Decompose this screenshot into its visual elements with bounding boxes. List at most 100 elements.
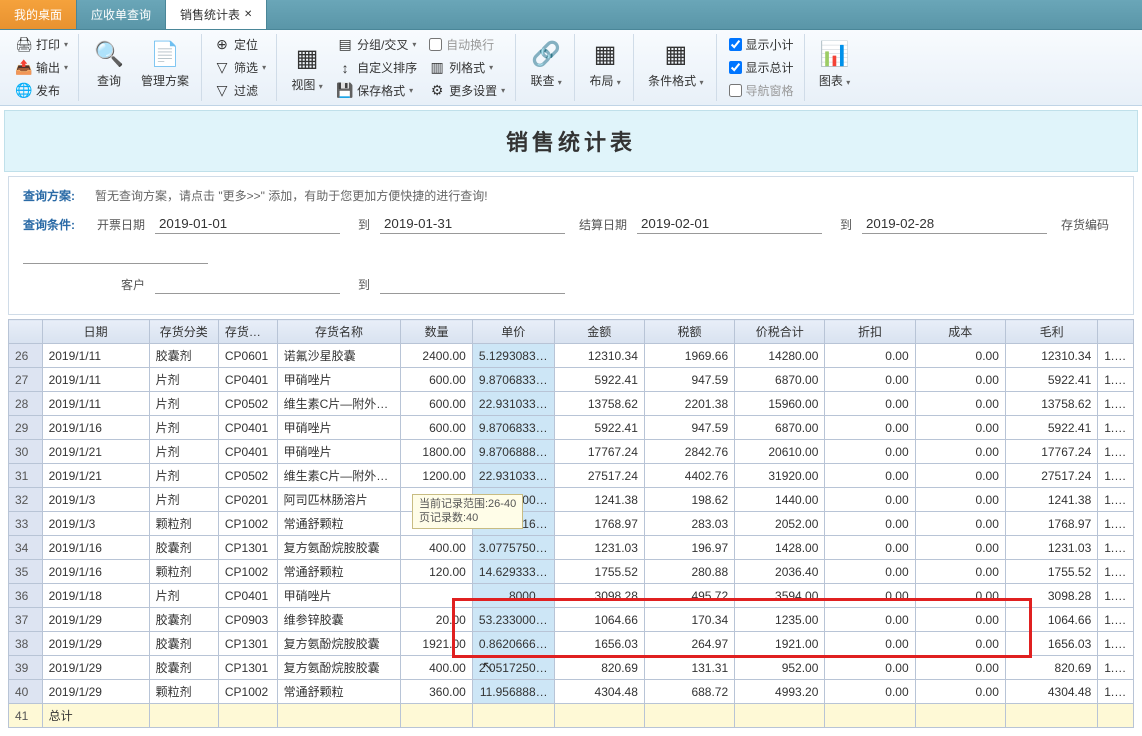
- table-row[interactable]: 382019/1/29胶囊剂CP1301复方氨酚烷胺胶囊1921.000.862…: [9, 632, 1134, 656]
- report-title-band: 销售统计表: [4, 110, 1138, 172]
- query-scheme-label: 查询方案:: [23, 187, 83, 204]
- table-row[interactable]: 362019/1/18片剂CP0401甲硝唑片8000…3098.28495.7…: [9, 584, 1134, 608]
- table-row[interactable]: 292019/1/16片剂CP0401甲硝唑片600.009.8706833…5…: [9, 416, 1134, 440]
- table-row[interactable]: 272019/1/11片剂CP0401甲硝唑片600.009.8706833…5…: [9, 368, 1134, 392]
- tab-sales-report[interactable]: 销售统计表 ✕: [166, 0, 267, 29]
- col-name[interactable]: 存货名称: [277, 320, 401, 344]
- locate-button[interactable]: ⊕定位: [210, 34, 270, 55]
- show-subtotal-checkbox[interactable]: 显示小计: [725, 34, 798, 55]
- query-scheme-hint: 暂无查询方案，请点击 "更多>>" 添加，有助于您更加方便快捷的进行查询!: [95, 187, 488, 204]
- group-icon: ▤: [337, 37, 353, 53]
- query-cond-label: 查询条件:: [23, 216, 83, 233]
- col-price[interactable]: 单价: [472, 320, 554, 344]
- record-range-tooltip: 当前记录范围:26-40 页记录数:40: [412, 494, 523, 529]
- layout-button[interactable]: ▦布局 ▾: [583, 34, 627, 93]
- settle-date-to[interactable]: [862, 214, 1047, 234]
- export-button[interactable]: 📤输出▾: [12, 57, 72, 78]
- customer-to[interactable]: [380, 274, 565, 294]
- chart-icon: 📊: [819, 38, 851, 70]
- table-row[interactable]: 332019/1/3颗粒剂CP1002常通舒颗粒120.0014.741416……: [9, 512, 1134, 536]
- tab-desktop[interactable]: 我的桌面: [0, 0, 77, 29]
- settle-date-from[interactable]: [637, 214, 822, 234]
- export-icon: 📤: [16, 60, 32, 76]
- globe-icon: 🌐: [16, 83, 32, 99]
- to-label-1: 到: [350, 216, 370, 233]
- data-table-wrap: 日期 存货分类 存货编码 存货名称 数量 单价 金额 税额 价税合计 折扣 成本…: [8, 319, 1134, 728]
- sort-icon: ↕: [337, 60, 353, 76]
- filter-button[interactable]: ▽筛选▾: [210, 57, 270, 78]
- more-settings-button[interactable]: ⚙更多设置▾: [425, 80, 509, 101]
- col-category[interactable]: 存货分类: [149, 320, 218, 344]
- table-row[interactable]: 302019/1/21片剂CP0401甲硝唑片1800.009.8706888……: [9, 440, 1134, 464]
- publish-button[interactable]: 🌐发布: [12, 80, 72, 101]
- stock-code-label: 存货编码: [1057, 216, 1109, 233]
- table-row[interactable]: 262019/1/11胶囊剂CP0601诺氟沙星胶囊2400.005.12930…: [9, 344, 1134, 368]
- col-tax[interactable]: 税额: [644, 320, 734, 344]
- autowrap-checkbox[interactable]: 自动换行: [425, 34, 509, 55]
- gear-icon: ⚙: [429, 83, 445, 99]
- invoice-date-to[interactable]: [380, 214, 565, 234]
- tab-receivable[interactable]: 应收单查询: [77, 0, 166, 29]
- table-row[interactable]: 392019/1/29胶囊剂CP1301复方氨酚烷胺胶囊400.002.0517…: [9, 656, 1134, 680]
- col-rownum[interactable]: [9, 320, 43, 344]
- to-label-2: 到: [832, 216, 852, 233]
- invoice-date-label: 开票日期: [93, 216, 145, 233]
- link-icon: 🔗: [530, 38, 562, 70]
- table-row[interactable]: 372019/1/29胶囊剂CP0903维参锌胶囊20.0053.233000……: [9, 608, 1134, 632]
- clear-filter-button[interactable]: ▽过滤: [210, 80, 270, 101]
- table-row[interactable]: 312019/1/21片剂CP0502维生素C片—附外…1200.0022.93…: [9, 464, 1134, 488]
- to-label-3: 到: [350, 276, 370, 293]
- col-last[interactable]: [1098, 320, 1134, 344]
- table-row[interactable]: 402019/1/29颗粒剂CP1002常通舒颗粒360.0011.956888…: [9, 680, 1134, 704]
- cond-format-icon: ▦: [660, 38, 692, 70]
- col-code[interactable]: 存货编码: [218, 320, 277, 344]
- group-cross-button[interactable]: ▤分组/交叉▾: [333, 34, 421, 55]
- document-icon: 📄: [149, 38, 181, 70]
- stock-code-input[interactable]: [23, 244, 208, 264]
- data-table[interactable]: 日期 存货分类 存货编码 存货名称 数量 单价 金额 税额 价税合计 折扣 成本…: [8, 319, 1134, 728]
- funnel-icon: ▽: [214, 60, 230, 76]
- save-icon: 💾: [337, 83, 353, 99]
- print-button[interactable]: 🖨打印▾: [12, 34, 72, 55]
- document-tabs: 我的桌面 应收单查询 销售统计表 ✕: [0, 0, 1142, 30]
- column-format-button[interactable]: ▥列格式▾: [425, 57, 509, 78]
- col-amount[interactable]: 金额: [554, 320, 644, 344]
- col-discount[interactable]: 折扣: [825, 320, 915, 344]
- link-query-button[interactable]: 🔗联查 ▾: [524, 34, 568, 93]
- col-sum[interactable]: 价税合计: [735, 320, 825, 344]
- customer-label: 客户: [93, 276, 145, 293]
- ribbon-toolbar: 🖨打印▾ 📤输出▾ 🌐发布 🔍查询 📄管理方案 ⊕定位 ▽筛选▾ ▽过滤 ▦视图…: [0, 30, 1142, 106]
- magnifier-icon: 🔍: [93, 38, 125, 70]
- settle-date-label: 结算日期: [575, 216, 627, 233]
- show-total-checkbox[interactable]: 显示总计: [725, 57, 798, 78]
- chart-button[interactable]: 📊图表 ▾: [813, 34, 857, 93]
- view-button[interactable]: ▦视图 ▾: [285, 38, 329, 97]
- table-total-row[interactable]: 41总计: [9, 704, 1134, 728]
- close-icon[interactable]: ✕: [244, 9, 252, 20]
- save-format-button[interactable]: 💾保存格式▾: [333, 80, 421, 101]
- col-date[interactable]: 日期: [42, 320, 149, 344]
- funnel-clear-icon: ▽: [214, 83, 230, 99]
- report-title: 销售统计表: [5, 125, 1137, 157]
- col-cost[interactable]: 成本: [915, 320, 1005, 344]
- query-panel: 查询方案: 暂无查询方案，请点击 "更多>>" 添加，有助于您更加方便快捷的进行…: [8, 176, 1134, 315]
- manage-scheme-button[interactable]: 📄管理方案: [135, 34, 195, 93]
- printer-icon: 🖨: [16, 37, 32, 53]
- custom-sort-button[interactable]: ↕自定义排序: [333, 57, 421, 78]
- table-row[interactable]: 282019/1/11片剂CP0502维生素C片—附外…600.0022.931…: [9, 392, 1134, 416]
- table-row[interactable]: 352019/1/16颗粒剂CP1002常通舒颗粒120.0014.629333…: [9, 560, 1134, 584]
- columns-icon: ▥: [429, 60, 445, 76]
- table-row[interactable]: 322019/1/3片剂CP0201阿司匹林肠溶片400.003.1034500…: [9, 488, 1134, 512]
- col-qty[interactable]: 数量: [401, 320, 472, 344]
- invoice-date-from[interactable]: [155, 214, 340, 234]
- conditional-format-button[interactable]: ▦条件格式 ▾: [642, 34, 709, 93]
- col-profit[interactable]: 毛利: [1005, 320, 1097, 344]
- table-header-row: 日期 存货分类 存货编码 存货名称 数量 单价 金额 税额 价税合计 折扣 成本…: [9, 320, 1134, 344]
- layout-icon: ▦: [589, 38, 621, 70]
- table-row[interactable]: 342019/1/16胶囊剂CP1301复方氨酚烷胺胶囊400.003.0775…: [9, 536, 1134, 560]
- target-icon: ⊕: [214, 37, 230, 53]
- nav-pane-checkbox[interactable]: 导航窗格: [725, 80, 798, 101]
- grid-icon: ▦: [291, 42, 323, 74]
- customer-from[interactable]: [155, 274, 340, 294]
- query-button[interactable]: 🔍查询: [87, 34, 131, 93]
